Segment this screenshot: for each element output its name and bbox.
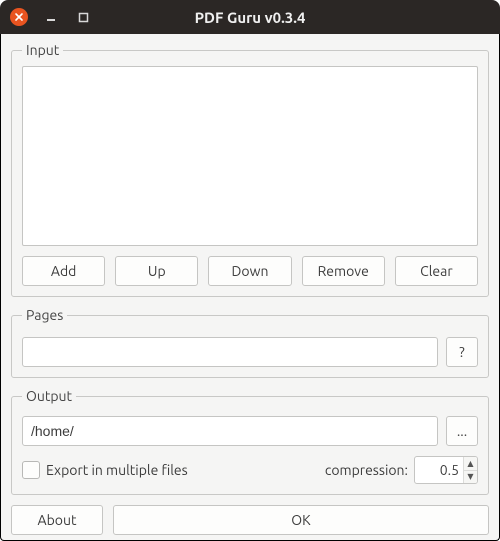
input-file-list[interactable] <box>22 66 478 246</box>
up-button[interactable]: Up <box>115 256 198 286</box>
compression-value[interactable]: 0.5 <box>415 457 463 483</box>
compression-label: compression: <box>325 462 408 478</box>
minimize-icon[interactable] <box>42 8 60 26</box>
add-button[interactable]: Add <box>22 256 105 286</box>
pages-legend: Pages <box>22 307 67 323</box>
compression-spinner[interactable]: 0.5 ▲ ▼ <box>414 456 478 484</box>
export-multiple-label: Export in multiple files <box>46 462 188 478</box>
pages-input[interactable] <box>22 337 438 367</box>
clear-button[interactable]: Clear <box>395 256 478 286</box>
pages-group: Pages ? <box>11 307 489 378</box>
about-button[interactable]: About <box>11 505 103 535</box>
close-icon[interactable] <box>10 8 28 26</box>
ok-button[interactable]: OK <box>113 505 489 535</box>
down-button[interactable]: Down <box>208 256 291 286</box>
titlebar: PDF Guru v0.3.4 <box>0 0 500 34</box>
output-legend: Output <box>22 388 76 404</box>
compression-up-icon[interactable]: ▲ <box>464 457 477 471</box>
pages-help-button[interactable]: ? <box>446 337 478 367</box>
maximize-icon[interactable] <box>74 8 92 26</box>
output-path-input[interactable] <box>22 416 438 446</box>
compression-down-icon[interactable]: ▼ <box>464 471 477 484</box>
browse-button[interactable]: ... <box>446 416 478 446</box>
input-group: Input Add Up Down Remove Clear <box>11 42 489 297</box>
window-body: Input Add Up Down Remove Clear Pages ? O… <box>0 34 500 541</box>
input-legend: Input <box>22 42 63 58</box>
output-group: Output ... Export in multiple files comp… <box>11 388 489 495</box>
remove-button[interactable]: Remove <box>302 256 385 286</box>
export-multiple-checkbox[interactable] <box>22 461 40 479</box>
